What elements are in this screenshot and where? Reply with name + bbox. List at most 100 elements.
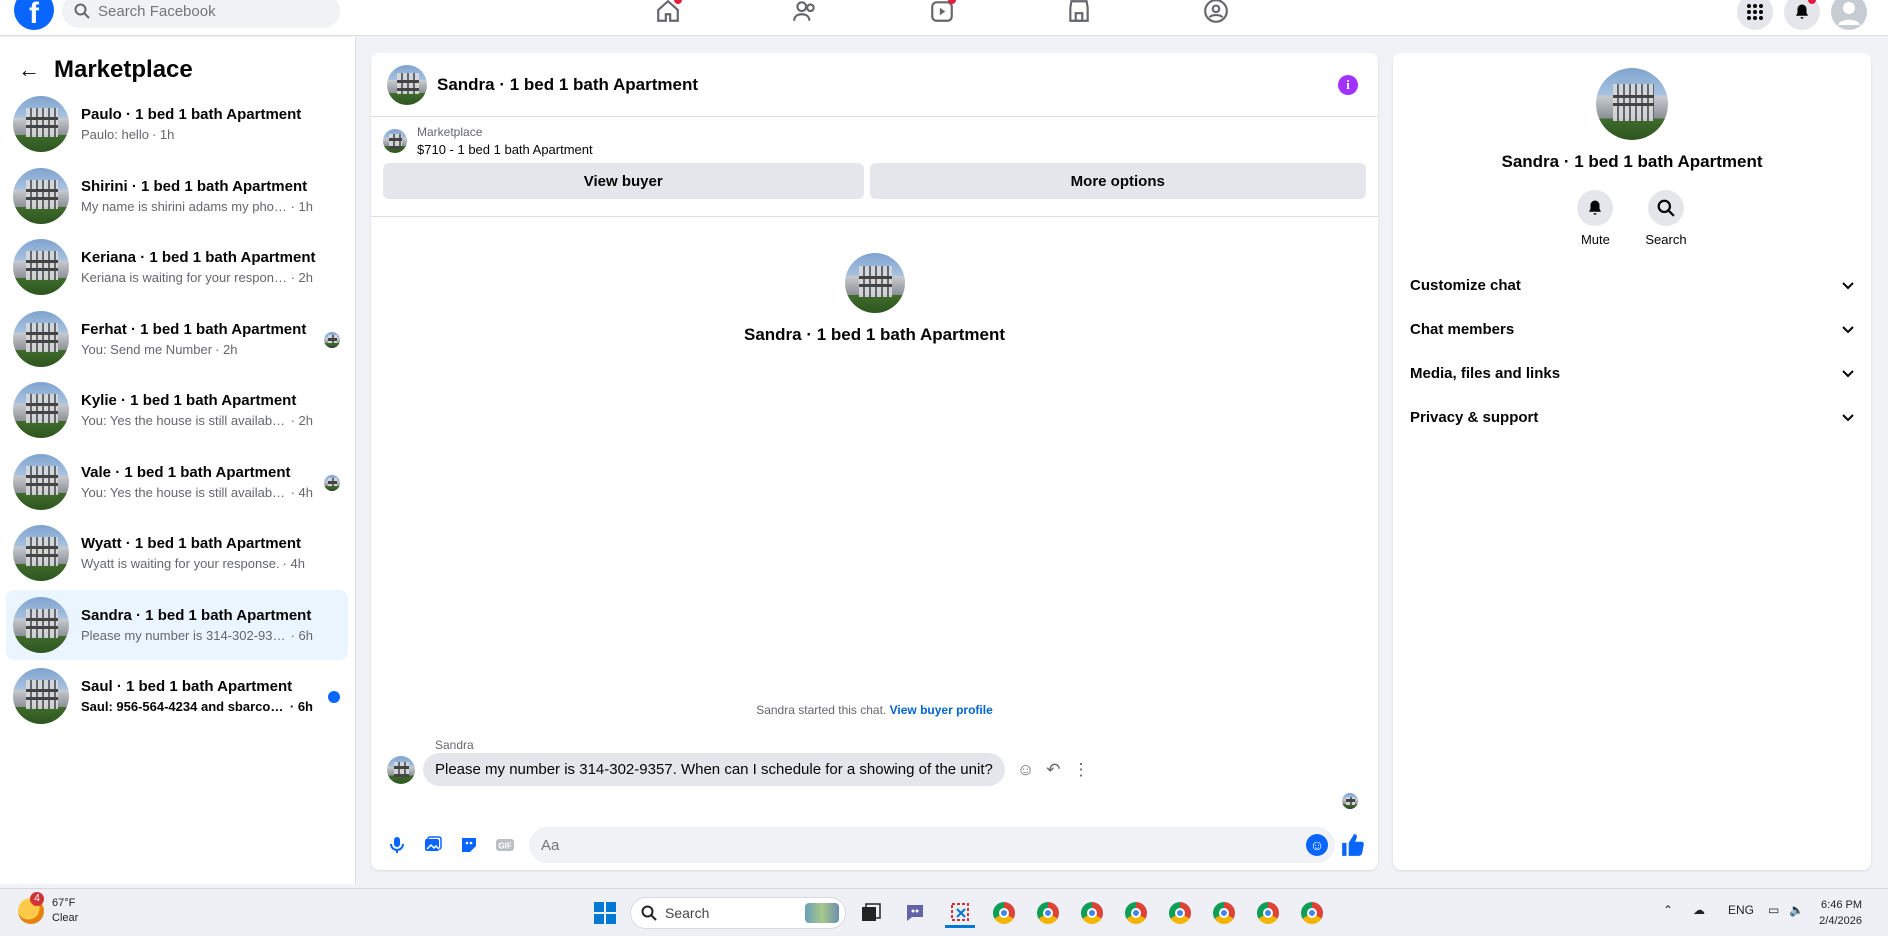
thumbs-up-icon[interactable] xyxy=(1340,832,1366,858)
notifications-button[interactable] xyxy=(1784,0,1820,30)
conversation-item[interactable]: Wyatt · 1 bed 1 bath Apartment Wyatt is w… xyxy=(6,518,348,588)
mute-button[interactable]: Mute xyxy=(1577,190,1614,247)
view-buyer-profile-link[interactable]: View buyer profile xyxy=(890,703,993,717)
chrome-profile-icon[interactable] xyxy=(1077,898,1107,928)
conversation-time: · 6h xyxy=(289,699,313,714)
video-icon[interactable] xyxy=(928,0,956,24)
sender-avatar[interactable] xyxy=(387,755,415,784)
conversation-item[interactable]: Sandra · 1 bed 1 bath Apartment Please my… xyxy=(6,589,348,660)
chevron-down-icon xyxy=(1842,414,1854,422)
conversation-time: · 1h xyxy=(151,127,175,142)
more-options-button[interactable]: More options xyxy=(869,163,1366,199)
friends-icon[interactable] xyxy=(791,0,819,24)
chrome-profile-icon[interactable] xyxy=(1033,898,1063,928)
chat-panel: Sandra · 1 bed 1 bath Apartment i Market… xyxy=(371,53,1378,870)
details-actions: Mute Search xyxy=(1393,190,1871,247)
listing-info[interactable]: Marketplace $710 - 1 bed 1 bath Apartmen… xyxy=(383,125,1366,157)
weather-widget[interactable]: 4 67°F Clear xyxy=(18,891,79,924)
info-icon[interactable]: i xyxy=(1338,75,1358,95)
react-icon[interactable]: ☺ xyxy=(1017,760,1034,780)
unread-dot xyxy=(328,691,340,703)
conversation-item[interactable]: Vale · 1 bed 1 bath Apartment You: Yes th… xyxy=(6,447,348,517)
conversation-item[interactable]: Paulo · 1 bed 1 bath Apartment Paulo: hel… xyxy=(6,89,348,159)
conversation-preview: Please my number is 314-302-9357. ... xyxy=(81,627,288,643)
conversation-item[interactable]: Saul · 1 bed 1 bath Apartment Saul: 956-5… xyxy=(6,661,348,731)
chevron-down-icon xyxy=(1842,326,1854,334)
top-navigation-bar: f xyxy=(0,0,1888,36)
chat-avatar[interactable] xyxy=(387,64,427,105)
details-avatar[interactable] xyxy=(1596,68,1668,140)
facebook-logo-icon[interactable]: f xyxy=(14,0,54,30)
chrome-profile-icon[interactable] xyxy=(1209,898,1239,928)
chrome-icon[interactable] xyxy=(989,898,1019,928)
facebook-search-box[interactable] xyxy=(62,0,340,28)
chrome-profile-icon[interactable] xyxy=(1253,898,1283,928)
conversation-title: Shirini · 1 bed 1 bath Apartment xyxy=(81,177,308,195)
listing-thumbnail xyxy=(383,129,407,153)
media-files-links-section[interactable]: Media, files and links xyxy=(1393,351,1871,395)
message-bubble[interactable]: Please my number is 314-302-9357. When c… xyxy=(423,753,1005,786)
chrome-profile-icon[interactable] xyxy=(1121,898,1151,928)
photo-icon[interactable] xyxy=(421,833,445,857)
task-view-icon[interactable] xyxy=(856,898,886,928)
back-arrow-icon[interactable]: ← xyxy=(18,57,40,83)
conversation-text: Wyatt · 1 bed 1 bath Apartment Wyatt is w… xyxy=(81,535,313,571)
chrome-profile-icon[interactable] xyxy=(1297,898,1327,928)
search-icon xyxy=(641,905,657,921)
message-row: Please my number is 314-302-9357. When c… xyxy=(387,753,1089,786)
snipping-tool-icon[interactable] xyxy=(945,898,975,928)
listing-banner: Marketplace $710 - 1 bed 1 bath Apartmen… xyxy=(371,117,1378,217)
chevron-down-icon xyxy=(1842,282,1854,290)
conversation-item[interactable]: Ferhat · 1 bed 1 bath Apartment You: Send… xyxy=(6,304,348,374)
menu-grid-button[interactable] xyxy=(1737,0,1773,30)
taskbar-search[interactable]: Search xyxy=(630,897,846,929)
network-icon[interactable]: ▭ xyxy=(1768,903,1779,917)
message-composer: GIF ☺ xyxy=(371,823,1378,867)
facebook-search-input[interactable] xyxy=(98,2,298,20)
customize-chat-section[interactable]: Customize chat xyxy=(1393,263,1871,307)
microphone-icon[interactable] xyxy=(385,833,409,857)
cloud-offline-icon[interactable]: ☁ xyxy=(1693,903,1705,917)
reply-icon[interactable]: ↶ xyxy=(1046,760,1060,780)
search-in-chat-button[interactable]: Search xyxy=(1645,190,1687,247)
section-label: Customize chat xyxy=(1410,276,1521,294)
account-avatar[interactable] xyxy=(1831,0,1867,30)
conversation-preview-line: You: Yes the house is still available Se… xyxy=(81,413,313,428)
emoji-icon[interactable]: ☺ xyxy=(1306,834,1328,856)
teams-icon[interactable] xyxy=(900,898,930,928)
volume-icon[interactable]: 🔈 xyxy=(1789,903,1804,917)
conversation-item[interactable]: Shirini · 1 bed 1 bath Apartment My name … xyxy=(6,161,348,231)
intro-avatar[interactable] xyxy=(844,253,905,313)
language-indicator[interactable]: ENG xyxy=(1728,903,1754,917)
conversation-avatar xyxy=(13,239,69,295)
marketplace-icon[interactable] xyxy=(1065,0,1093,24)
sticker-icon[interactable] xyxy=(457,833,481,857)
privacy-support-section[interactable]: Privacy & support xyxy=(1393,395,1871,439)
home-icon[interactable] xyxy=(654,0,682,24)
chat-title[interactable]: Sandra · 1 bed 1 bath Apartment xyxy=(437,75,698,95)
conversation-avatar xyxy=(13,453,69,510)
system-clock[interactable]: 6:46 PM 2/4/2026 xyxy=(1819,897,1862,929)
conversation-item[interactable]: Keriana · 1 bed 1 bath Apartment Keriana … xyxy=(6,232,348,302)
conversation-time: · 2h xyxy=(215,341,238,357)
windows-start-icon[interactable] xyxy=(590,898,620,928)
weather-desc: Clear xyxy=(52,912,79,924)
notification-badge xyxy=(1808,0,1816,4)
show-hidden-icons-chevron-icon[interactable]: ⌃ xyxy=(1663,903,1673,917)
groups-icon[interactable] xyxy=(1202,0,1230,24)
bell-icon xyxy=(1577,190,1614,226)
conversation-preview: You: Send me Number xyxy=(81,341,213,357)
view-buyer-button[interactable]: View buyer xyxy=(383,163,864,199)
mute-label: Mute xyxy=(1580,232,1610,247)
conversation-time: · 4h xyxy=(282,556,305,571)
chrome-profile-icon[interactable] xyxy=(1165,898,1195,928)
message-input[interactable] xyxy=(529,827,1335,863)
chat-started-notice: Sandra started this chat. View buyer pro… xyxy=(371,703,1378,717)
conversation-item[interactable]: Kylie · 1 bed 1 bath Apartment You: Yes t… xyxy=(6,375,348,445)
gif-icon[interactable]: GIF xyxy=(493,833,517,857)
sidebar-title: Marketplace xyxy=(54,56,193,83)
conversation-preview-line: My name is shirini adams my phone n... · … xyxy=(81,199,313,214)
section-label: Privacy & support xyxy=(1410,408,1539,426)
more-vertical-icon[interactable]: ⋮ xyxy=(1072,760,1089,780)
chat-members-section[interactable]: Chat members xyxy=(1393,307,1871,351)
